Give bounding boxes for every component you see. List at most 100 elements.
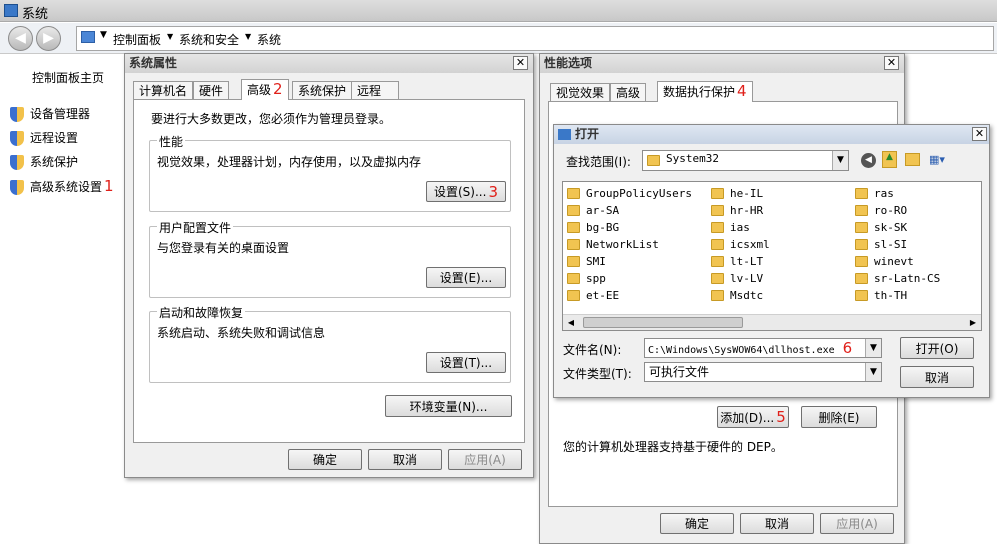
file-list-item[interactable]: ras (855, 186, 975, 203)
tab-label: 数据执行保护 (663, 85, 736, 99)
file-list-item[interactable]: lv-LV (711, 271, 855, 288)
startup-settings-button[interactable]: 设置(T)... (426, 352, 506, 373)
tab-hardware[interactable]: 硬件 (193, 81, 230, 100)
breadcrumb-control-panel[interactable]: 控制面板 (113, 31, 161, 48)
apply-button[interactable]: 应用(A) (820, 513, 894, 534)
file-name: he-IL (730, 187, 764, 200)
admin-note: 要进行大多数更改，您必须作为管理员登录。 (151, 112, 392, 126)
tab-computer-name[interactable]: 计算机名 (133, 81, 194, 100)
tab-advanced[interactable]: 高级 (610, 83, 647, 102)
chevron-down-icon[interactable]: ▼ (167, 32, 173, 41)
file-list-item[interactable]: Msdtc (711, 288, 855, 305)
folder-icon (711, 273, 724, 284)
file-list-item[interactable]: spp (567, 271, 711, 288)
performance-settings-button[interactable]: 设置(S)... 3 (426, 181, 506, 202)
chevron-down-icon[interactable]: ▼ (245, 32, 251, 41)
cancel-button[interactable]: 取消 (740, 513, 814, 534)
sidebar-item-label: 系统保护 (30, 155, 79, 169)
folder-icon (855, 273, 868, 284)
address-bar[interactable]: ▼ 控制面板 ▼ 系统和安全 ▼ 系统 (76, 26, 994, 51)
open-button[interactable]: 打开(O) (900, 337, 974, 359)
scroll-left-icon[interactable]: ◀ (564, 316, 578, 329)
file-list-item[interactable]: SMI (567, 254, 711, 271)
tab-advanced[interactable]: 高级 2 (241, 79, 289, 100)
filename-value: C:\Windows\SysWOW64\dllhost.exe (648, 345, 835, 356)
step-number: 2 (273, 80, 283, 98)
scroll-thumb[interactable] (583, 317, 743, 328)
view-menu-icon[interactable]: ▦▾ (929, 153, 953, 167)
file-list-item[interactable]: lt-LT (711, 254, 855, 271)
close-icon[interactable]: ✕ (513, 56, 528, 70)
add-button[interactable]: 添加(D)... 5 (717, 406, 789, 428)
file-list-item[interactable]: sr-Latn-CS (855, 271, 975, 288)
back-button[interactable]: ◀ (8, 26, 33, 51)
filename-input[interactable]: C:\Windows\SysWOW64\dllhost.exe 6 ▼ (644, 338, 882, 358)
group-desc: 系统启动、系统失败和调试信息 (157, 326, 326, 340)
shield-icon (10, 155, 24, 170)
file-list-item[interactable]: NetworkList (567, 237, 711, 254)
tab-visual-effects[interactable]: 视觉效果 (550, 83, 611, 102)
folder-icon (855, 239, 868, 250)
group-title: 用户配置文件 (157, 219, 234, 236)
file-list-item[interactable]: icsxml (711, 237, 855, 254)
lookin-select[interactable]: System32 ▼ (642, 150, 849, 171)
chevron-down-icon[interactable]: ▼ (865, 363, 881, 381)
folder-icon (711, 188, 724, 199)
sidebar-item-advanced-settings[interactable]: 高级系统设置 1 (10, 177, 114, 195)
sidebar-item-device-manager[interactable]: 设备管理器 (10, 105, 90, 122)
filetype-value: 可执行文件 (649, 365, 710, 379)
up-folder-icon[interactable]: ▲ (882, 151, 897, 168)
cancel-button[interactable]: 取消 (900, 366, 974, 388)
file-name: sr-Latn-CS (874, 272, 941, 285)
file-list-item[interactable]: sl-SI (855, 237, 975, 254)
cancel-button[interactable]: 取消 (368, 449, 442, 470)
chevron-down-icon[interactable]: ▼ (832, 151, 848, 170)
file-list-item[interactable]: winevt (855, 254, 975, 271)
apply-button[interactable]: 应用(A) (448, 449, 522, 470)
sidebar-item-system-protection[interactable]: 系统保护 (10, 153, 78, 170)
filetype-select[interactable]: 可执行文件 ▼ (644, 362, 882, 382)
folder-icon (567, 273, 580, 284)
file-list-item[interactable]: sk-SK (855, 220, 975, 237)
ok-button[interactable]: 确定 (288, 449, 362, 470)
lookin-label: 查找范围(I): (566, 155, 631, 169)
sidebar-item-remote-settings[interactable]: 远程设置 (10, 129, 78, 146)
dep-support-text: 您的计算机处理器支持基于硬件的 DEP。 (563, 440, 783, 454)
close-icon[interactable]: ✕ (972, 127, 987, 141)
sidebar-home-link[interactable]: 控制面板主页 (32, 69, 104, 86)
sidebar-item-label: 高级系统设置 (30, 180, 103, 194)
folder-icon (567, 222, 580, 233)
filetype-label: 文件类型(T): (563, 367, 632, 381)
lookin-value: System32 (666, 152, 719, 165)
chevron-down-icon[interactable]: ▼ (100, 30, 107, 40)
scroll-right-icon[interactable]: ▶ (966, 316, 980, 329)
file-list-item[interactable]: he-IL (711, 186, 855, 203)
file-list-item[interactable]: bg-BG (567, 220, 711, 237)
back-icon[interactable]: ◀ (861, 153, 876, 168)
close-icon[interactable]: ✕ (884, 56, 899, 70)
horizontal-scrollbar[interactable]: ◀ ▶ (563, 314, 981, 330)
folder-icon (567, 239, 580, 250)
file-name: et-EE (586, 289, 620, 302)
folder-icon (855, 256, 868, 267)
file-list-item[interactable]: ias (711, 220, 855, 237)
folder-icon (855, 290, 868, 301)
remove-button[interactable]: 删除(E) (801, 406, 877, 428)
breadcrumb-system[interactable]: 系统 (257, 31, 281, 48)
forward-button[interactable]: ▶ (36, 26, 61, 51)
new-folder-icon[interactable] (905, 153, 920, 166)
file-list-item[interactable]: ro-RO (855, 203, 975, 220)
environment-variables-button[interactable]: 环境变量(N)... (385, 395, 512, 417)
file-list-item[interactable]: ar-SA (567, 203, 711, 220)
ok-button[interactable]: 确定 (660, 513, 734, 534)
file-list-item[interactable]: hr-HR (711, 203, 855, 220)
chevron-down-icon[interactable]: ▼ (865, 339, 881, 357)
tab-remote[interactable]: 远程 (351, 81, 399, 100)
file-list-item[interactable]: th-TH (855, 288, 975, 305)
tab-system-protection[interactable]: 系统保护 (292, 81, 353, 100)
file-list-item[interactable]: et-EE (567, 288, 711, 305)
breadcrumb-system-security[interactable]: 系统和安全 (179, 31, 239, 48)
user-profiles-settings-button[interactable]: 设置(E)... (426, 267, 506, 288)
file-list-item[interactable]: GroupPolicyUsers (567, 186, 711, 203)
tab-dep[interactable]: 数据执行保护 4 (657, 81, 753, 102)
